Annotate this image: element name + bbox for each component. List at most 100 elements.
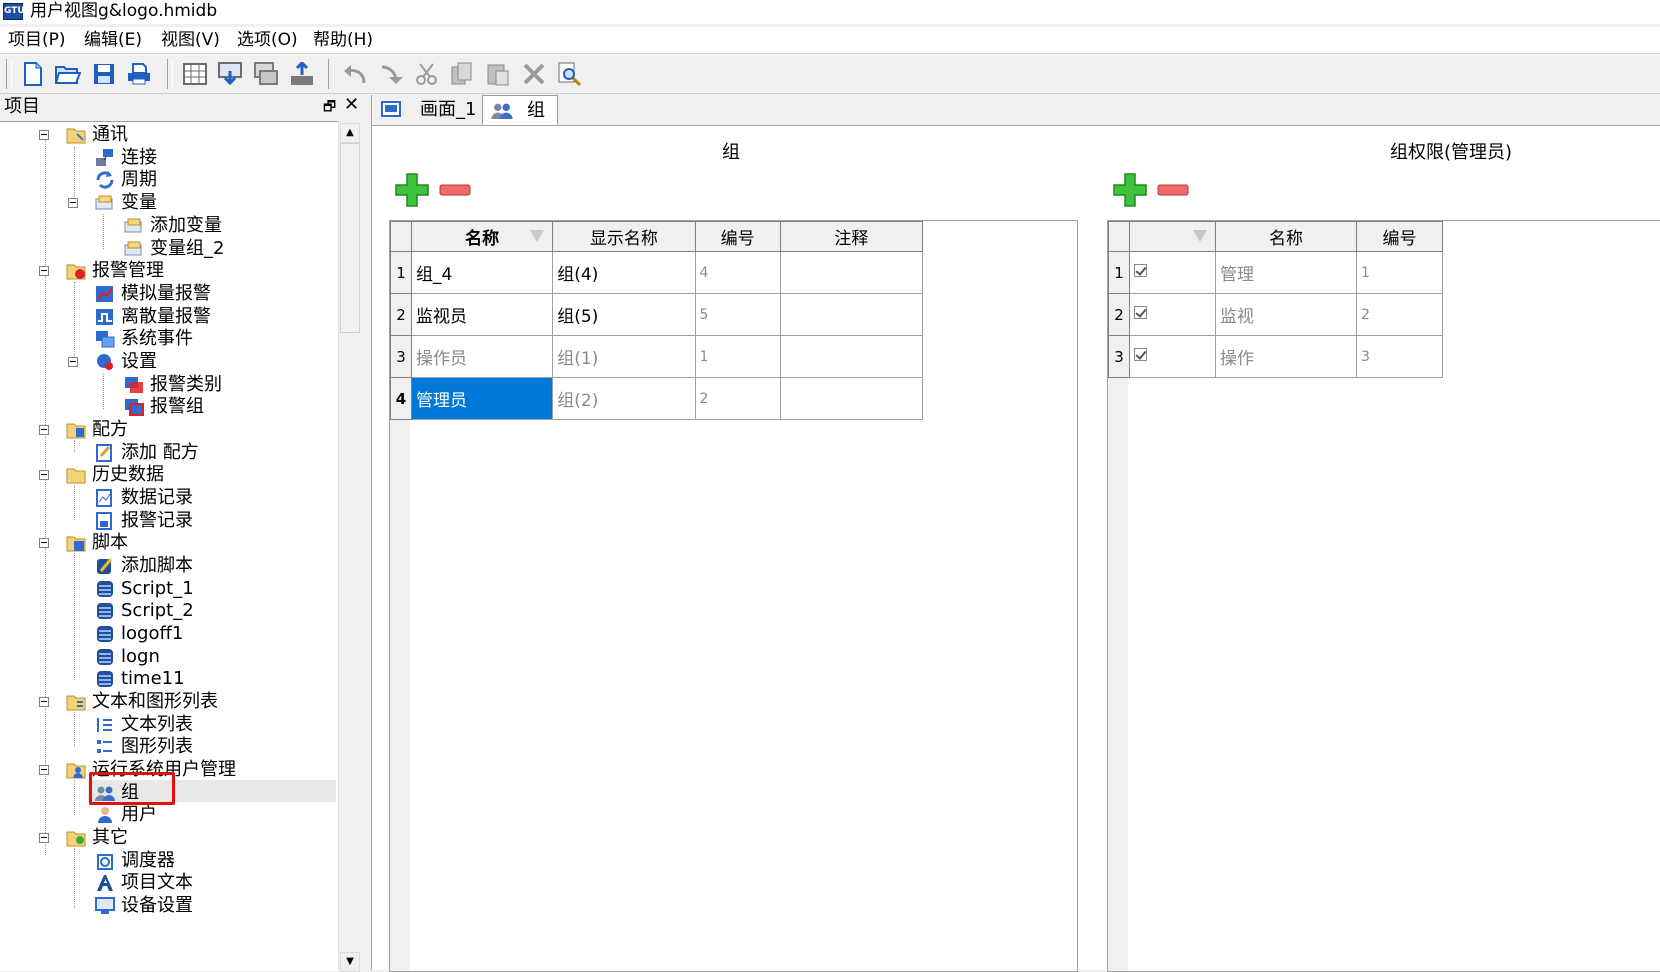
tree-line xyxy=(74,282,75,364)
download-screen-icon[interactable] xyxy=(216,60,244,88)
cell-number[interactable]: 2 xyxy=(694,377,781,420)
cell-comment[interactable] xyxy=(779,377,924,420)
cell-comment[interactable] xyxy=(779,251,924,294)
cell-number[interactable]: 1 xyxy=(1356,251,1443,294)
cell-display-name[interactable]: 组(4) xyxy=(552,251,696,294)
alarm-folder-icon xyxy=(66,264,86,280)
col-header-display-name[interactable]: 显示名称 xyxy=(552,221,696,252)
connection-icon xyxy=(96,149,113,166)
cell-enabled[interactable] xyxy=(1129,293,1216,336)
checkbox[interactable] xyxy=(1134,263,1147,277)
cell-number[interactable]: 2 xyxy=(1356,293,1443,336)
tab-groups[interactable]: 组 xyxy=(482,95,558,125)
cell-name[interactable]: 监视 xyxy=(1215,293,1357,336)
menu-view[interactable]: 视图(V) xyxy=(161,29,220,51)
cell-number[interactable]: 3 xyxy=(1356,335,1443,378)
row-number[interactable]: 4 xyxy=(389,377,413,420)
table-row[interactable]: 3 操作 3 xyxy=(1108,335,1443,378)
row-number[interactable]: 1 xyxy=(389,251,413,294)
table-row[interactable]: 1 组_4 组(4) 4 xyxy=(389,251,924,294)
checkbox[interactable] xyxy=(1134,347,1147,361)
col-header-name[interactable]: 名称 xyxy=(1215,221,1357,252)
tree-line xyxy=(74,553,75,680)
row-number[interactable]: 2 xyxy=(389,293,413,336)
table-row[interactable]: 3 操作员 组(1) 1 xyxy=(389,335,924,378)
row-number[interactable]: 1 xyxy=(1108,251,1130,294)
table-row[interactable]: 2 监视员 组(5) 5 xyxy=(389,293,924,336)
scroll-down-arrow-icon[interactable]: ▼ xyxy=(340,952,360,972)
permissions-section-title: 组权限(管理员) xyxy=(1390,142,1513,163)
table-row[interactable]: 4 管理员 组(2) 2 xyxy=(389,377,924,420)
screen-tab-icon xyxy=(381,101,401,117)
cell-display-name[interactable]: 组(1) xyxy=(552,335,696,378)
panel-splitter[interactable] xyxy=(363,95,372,970)
cell-name[interactable]: 管理 xyxy=(1215,251,1357,294)
project-panel-title: 项目 xyxy=(4,96,40,117)
menu-options[interactable]: 选项(O) xyxy=(237,29,298,51)
cell-comment[interactable] xyxy=(779,293,924,336)
tab-screen-1[interactable]: 画面_1 xyxy=(376,95,480,125)
tree-line xyxy=(103,374,104,409)
copy-icon[interactable] xyxy=(448,60,476,88)
menu-project[interactable]: 项目(P) xyxy=(8,29,66,51)
new-file-icon[interactable] xyxy=(19,60,47,88)
menu-help[interactable]: 帮助(H) xyxy=(313,29,373,51)
row-number[interactable]: 2 xyxy=(1108,293,1130,336)
find-icon[interactable] xyxy=(556,60,584,88)
remove-group-icon[interactable] xyxy=(439,184,471,196)
cell-number[interactable]: 5 xyxy=(694,293,781,336)
tree-line xyxy=(74,712,75,747)
screen-icon[interactable] xyxy=(252,60,280,88)
float-panel-icon[interactable]: 🗗 xyxy=(323,96,336,120)
checkbox[interactable] xyxy=(1134,305,1147,319)
col-header-enabled[interactable] xyxy=(1129,221,1216,252)
scroll-thumb[interactable] xyxy=(340,143,360,333)
tree-scrollbar[interactable]: ▲ ▼ xyxy=(338,121,361,972)
recipe-icon xyxy=(96,444,112,462)
cell-name[interactable]: 操作 xyxy=(1215,335,1357,378)
save-icon[interactable] xyxy=(90,60,118,88)
cell-name[interactable]: 组_4 xyxy=(411,251,554,294)
delete-icon[interactable] xyxy=(520,60,548,88)
undo-icon[interactable] xyxy=(341,60,369,88)
cell-number[interactable]: 1 xyxy=(694,335,781,378)
cell-number[interactable]: 4 xyxy=(694,251,781,294)
table-row[interactable]: 1 管理 1 xyxy=(1108,251,1443,294)
col-header-number[interactable]: 编号 xyxy=(694,221,781,252)
print-icon[interactable] xyxy=(125,60,153,88)
cell-name[interactable]: 操作员 xyxy=(411,335,554,378)
col-header-number[interactable]: 编号 xyxy=(1356,221,1443,252)
cell-comment[interactable] xyxy=(779,335,924,378)
toolbar-grip[interactable] xyxy=(167,59,173,89)
row-number[interactable]: 3 xyxy=(1108,335,1130,378)
cell-display-name[interactable]: 组(5) xyxy=(552,293,696,336)
remove-permission-icon[interactable] xyxy=(1157,184,1189,196)
toolbar-grip[interactable] xyxy=(6,59,12,89)
upload-icon[interactable] xyxy=(288,60,316,88)
data-log-icon xyxy=(96,489,112,507)
close-panel-icon[interactable]: ✕ xyxy=(344,94,359,115)
variable-icon xyxy=(124,218,142,233)
add-permission-icon[interactable] xyxy=(1112,172,1148,208)
cut-icon[interactable] xyxy=(413,60,441,88)
script-icon xyxy=(97,626,113,642)
col-header-comment[interactable]: 注释 xyxy=(779,221,924,252)
cell-name[interactable]: 监视员 xyxy=(411,293,554,336)
paste-icon[interactable] xyxy=(484,60,512,88)
cell-name[interactable]: 管理员 xyxy=(411,377,554,420)
toolbar-grip[interactable] xyxy=(328,59,334,89)
scroll-up-arrow-icon[interactable]: ▲ xyxy=(340,123,360,143)
cell-enabled[interactable] xyxy=(1129,335,1216,378)
variable-icon xyxy=(124,241,142,256)
open-folder-icon[interactable] xyxy=(54,60,82,88)
row-number[interactable]: 3 xyxy=(389,335,413,378)
menu-edit[interactable]: 编辑(E) xyxy=(84,29,142,51)
folder-icon xyxy=(66,128,86,144)
grid-icon[interactable] xyxy=(181,60,209,88)
cell-display-name[interactable]: 组(2) xyxy=(552,377,696,420)
cell-enabled[interactable] xyxy=(1129,251,1216,294)
add-group-icon[interactable] xyxy=(394,172,430,208)
redo-icon[interactable] xyxy=(377,60,405,88)
table-row[interactable]: 2 监视 2 xyxy=(1108,293,1443,336)
col-header-name[interactable]: 名称 xyxy=(411,221,554,252)
